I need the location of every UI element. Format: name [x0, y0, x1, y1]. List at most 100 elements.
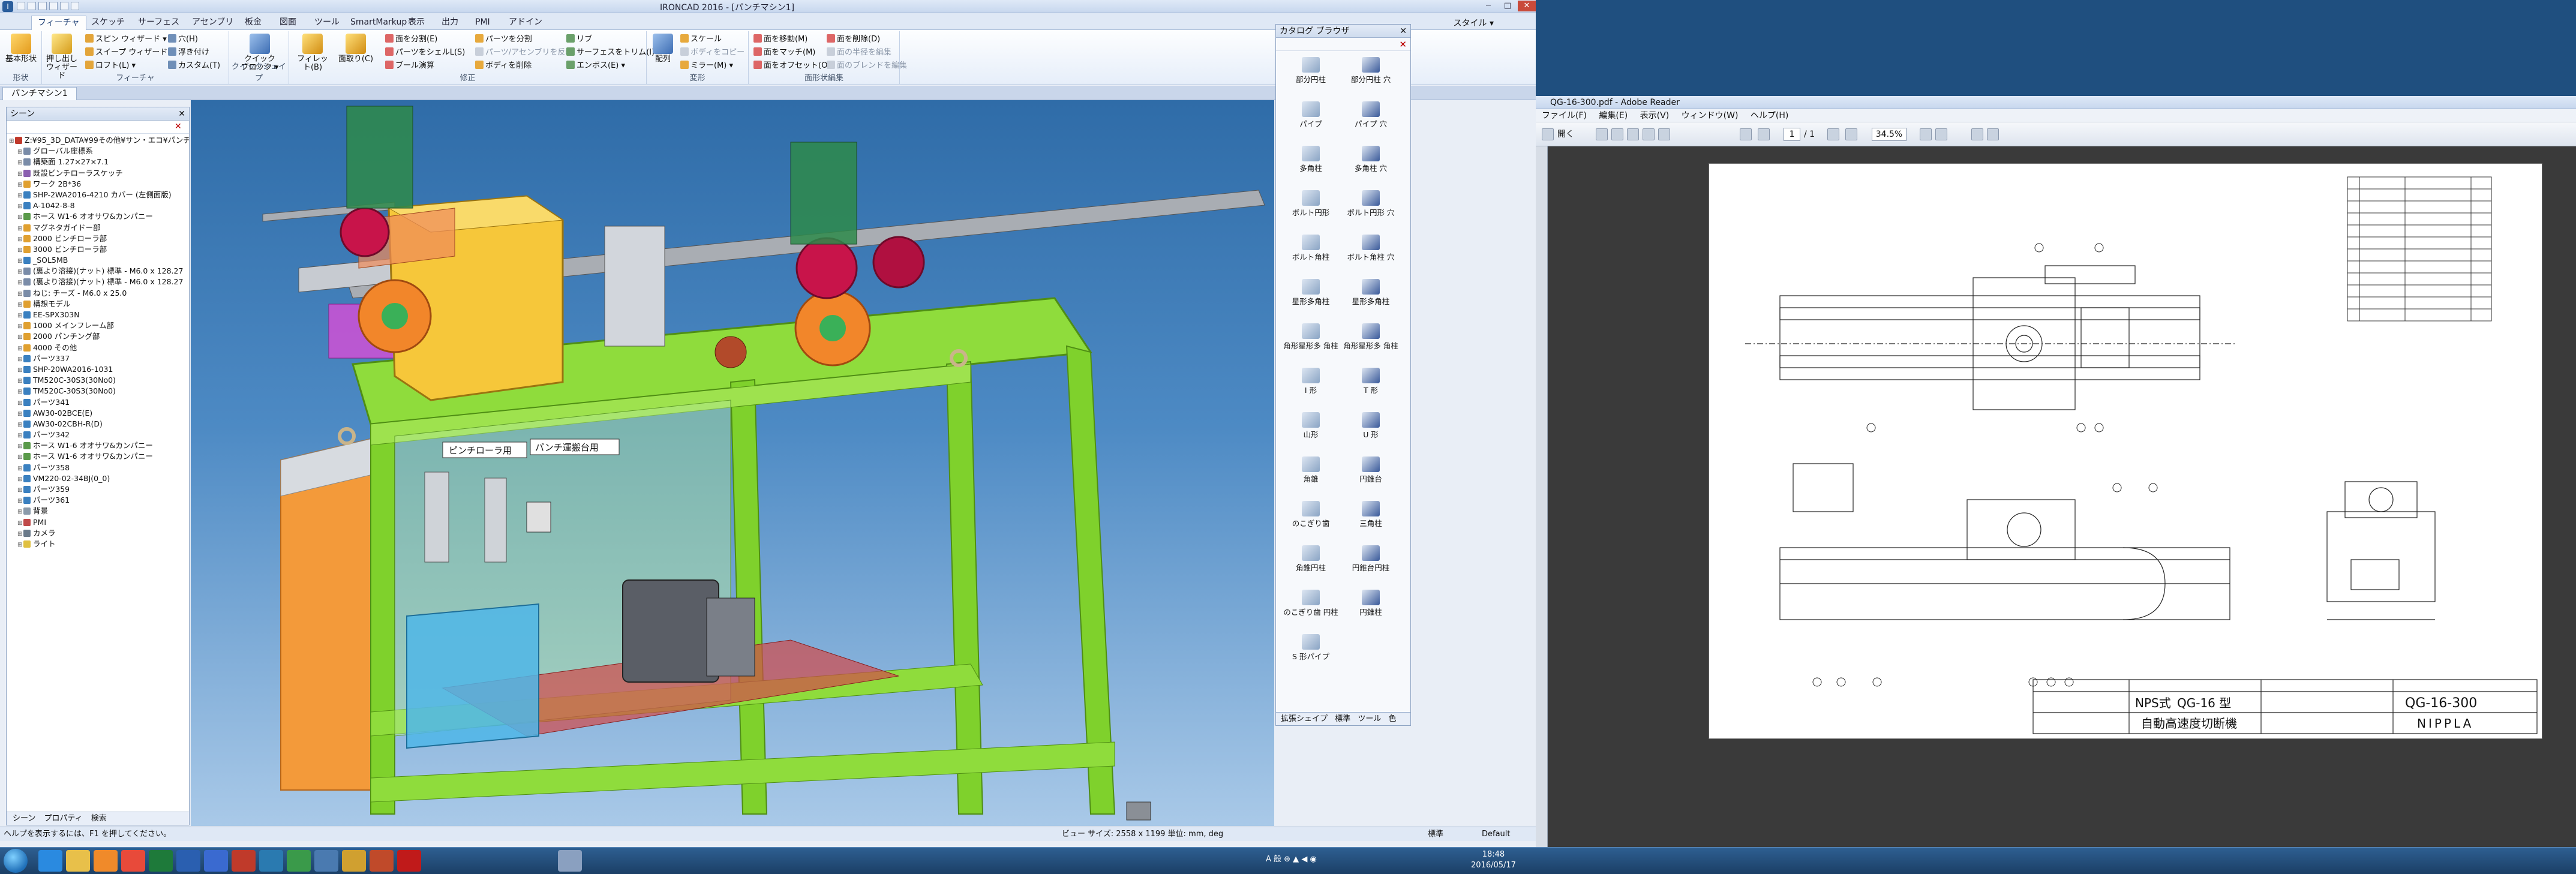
tree-item[interactable]: ⊞ 2000 ビンチローラ部 [9, 233, 189, 244]
tree-expand-icon[interactable]: ⊞ [17, 507, 23, 516]
tab-assembly[interactable]: アセンブリ [186, 16, 239, 30]
prev-page-icon[interactable] [1740, 128, 1752, 140]
tree-expand-icon[interactable]: ⊞ [17, 496, 23, 506]
catalog-item[interactable]: 山形 [1283, 412, 1338, 439]
tree-item[interactable]: ⊞ _SOL5MB [9, 255, 189, 266]
email-icon[interactable] [1658, 128, 1670, 140]
menu-view[interactable]: 表示(V) [1640, 111, 1670, 121]
shell-button[interactable]: パーツをシェルL(S) [385, 47, 465, 59]
catalog-item[interactable]: 円錐台 [1343, 456, 1398, 483]
folder-icon[interactable] [1542, 128, 1554, 140]
basic-form-button[interactable]: 基本形状 [2, 34, 40, 64]
tree-expand-icon[interactable]: ⊞ [17, 212, 23, 222]
catalog-item[interactable]: 多角柱 穴 [1343, 146, 1398, 173]
tree-expand-icon[interactable]: ⊞ [17, 355, 23, 364]
tree-expand-icon[interactable]: ⊞ [17, 344, 23, 353]
tree-item[interactable]: ⊞ ホース W1-6 オオサワ&カンパニー [9, 451, 189, 462]
fit-width-icon[interactable] [1935, 128, 1947, 140]
menu-edit[interactable]: 編集(E) [1599, 111, 1628, 121]
zoom-out-icon[interactable] [1827, 128, 1839, 140]
app-icon-1[interactable] [259, 850, 283, 872]
tree-item[interactable]: ⊞ 3000 ビンチローラ部 [9, 244, 189, 255]
tree-item[interactable]: ⊞ EE-SPX303N [9, 310, 189, 320]
tree-item[interactable]: ⊞ A-1042-8-8 [9, 200, 189, 211]
menu-help[interactable]: ヘルプ(H) [1751, 111, 1788, 121]
tab-feature[interactable]: フィーチャ [31, 16, 86, 30]
catalog-item[interactable]: T 形 [1343, 368, 1398, 395]
tree-item[interactable]: ⊞ Z:¥95_3D_DATA¥99その他¥サン・エコ¥パンチ [9, 135, 189, 146]
catalog-close-icon[interactable]: ✕ [1400, 25, 1407, 38]
edit-icon[interactable] [1611, 128, 1623, 140]
next-page-icon[interactable] [1758, 128, 1770, 140]
tab-standard[interactable]: 標準 [1335, 714, 1350, 723]
tree-item[interactable]: ⊞ 既設ビンチローラスケッチ [9, 168, 189, 179]
tree-expand-icon[interactable]: ⊞ [17, 332, 23, 342]
tree-item[interactable]: ⊞ ホース W1-6 オオサワ&カンパニー [9, 440, 189, 451]
tree-item[interactable]: ⊞ マグネタガイドー部 [9, 223, 189, 233]
tree-expand-icon[interactable]: ⊞ [17, 158, 23, 167]
maximize-icon[interactable]: □ [1499, 1, 1517, 11]
rib-button[interactable]: リブ [566, 34, 592, 46]
fillet-button[interactable]: フィレット(B) [294, 34, 331, 72]
tree-item[interactable]: ⊞ ホース W1-6 オオサワ&カンパニー [9, 211, 189, 222]
emboss-button[interactable]: 浮き付け [168, 47, 209, 59]
catalog-item[interactable]: 三角柱 [1343, 501, 1398, 528]
tree-expand-icon[interactable]: ⊞ [17, 376, 23, 386]
face-radius-button[interactable]: 面の半径を編集 [827, 47, 891, 59]
fit-page-icon[interactable] [1920, 128, 1932, 140]
app-icon-3[interactable] [314, 850, 338, 872]
open-button[interactable]: 開く [1557, 128, 1574, 140]
tree-item[interactable]: ⊞ TM520C-30S3(30No0) [9, 386, 189, 397]
tree-item[interactable]: ⊞ 構想モデル [9, 299, 189, 310]
redo-icon[interactable] [60, 2, 68, 10]
tree-item[interactable]: ⊞ グローバル座標系 [9, 146, 189, 157]
tree-expand-icon[interactable]: ⊞ [17, 474, 23, 484]
face-offset-button[interactable]: 面をオフセット(O) [753, 60, 830, 72]
tree-expand-icon[interactable]: ⊞ [17, 278, 23, 287]
zoom-input[interactable]: 34.5% [1872, 128, 1907, 141]
tree-expand-icon[interactable]: ⊞ [17, 420, 23, 430]
ironcad-icon[interactable] [558, 850, 582, 872]
style-dropdown[interactable]: スタイル ▾ [1454, 17, 1494, 29]
catalog-item[interactable]: ボルト円形 [1283, 190, 1338, 217]
print-icon[interactable] [71, 2, 79, 10]
tree-item[interactable]: ⊞ 4000 その他 [9, 343, 189, 353]
tab-pmi[interactable]: PMI [469, 16, 496, 30]
part-split-button[interactable]: パーツを分割 [475, 34, 532, 46]
spin-wizard-button[interactable]: スピン ウィザード ▾ [85, 34, 167, 46]
status-default[interactable]: Default [1482, 827, 1511, 842]
tree-expand-icon[interactable]: ⊞ [17, 398, 23, 408]
tree-item[interactable]: ⊞ VM220-02-34BJ(0_0) [9, 473, 189, 484]
tree-expand-icon[interactable]: ⊞ [17, 540, 23, 549]
tree-expand-icon[interactable]: ⊞ [17, 147, 23, 157]
catalog-item[interactable]: パイプ 穴 [1343, 101, 1398, 128]
tree-item[interactable]: ⊞ カメラ [9, 528, 189, 539]
catalog-item[interactable]: ボルト角柱 穴 [1343, 235, 1398, 262]
tree-item[interactable]: ⊞ ライト [9, 539, 189, 549]
save-icon[interactable] [38, 2, 47, 10]
catalog-item[interactable]: 多角柱 [1283, 146, 1338, 173]
start-button[interactable] [4, 849, 28, 873]
tree-expand-icon[interactable]: ⊞ [17, 529, 23, 539]
minimize-icon[interactable]: ─ [1479, 1, 1497, 11]
tree-item[interactable]: ⊞ ねじ: チーズ - M6.0 x 25.0 [9, 288, 189, 299]
tab-sketch[interactable]: スケッチ [85, 16, 131, 30]
face-match-button[interactable]: 面をマッチ(M) [753, 47, 815, 59]
catalog-item[interactable]: U 形 [1343, 412, 1398, 439]
system-tray[interactable]: A 般 ⊕ ▲ ◀ ◉ [1266, 852, 1317, 864]
catalog-delete-icon[interactable]: ✕ [1399, 39, 1407, 50]
zoom-in-icon[interactable] [1845, 128, 1857, 140]
catalog-item[interactable]: 角形星形多 角柱 [1283, 323, 1338, 350]
catalog-item[interactable]: 星形多角柱 [1283, 279, 1338, 306]
close-icon[interactable]: ✕ [1518, 1, 1536, 11]
tree-item[interactable]: ⊞ PMI [9, 517, 189, 528]
sign-icon[interactable] [1987, 128, 1999, 140]
tree-expand-icon[interactable]: ⊞ [17, 180, 23, 190]
tab-properties[interactable]: プロパティ [44, 814, 83, 823]
catalog-item[interactable]: パイプ [1283, 101, 1338, 128]
excel-icon[interactable] [149, 850, 173, 872]
tree-expand-icon[interactable]: ⊞ [17, 191, 23, 200]
emboss2-button[interactable]: エンボス(E) ▾ [566, 60, 625, 72]
panel-close-icon[interactable]: ✕ [178, 107, 185, 121]
browser-icon[interactable] [121, 850, 145, 872]
